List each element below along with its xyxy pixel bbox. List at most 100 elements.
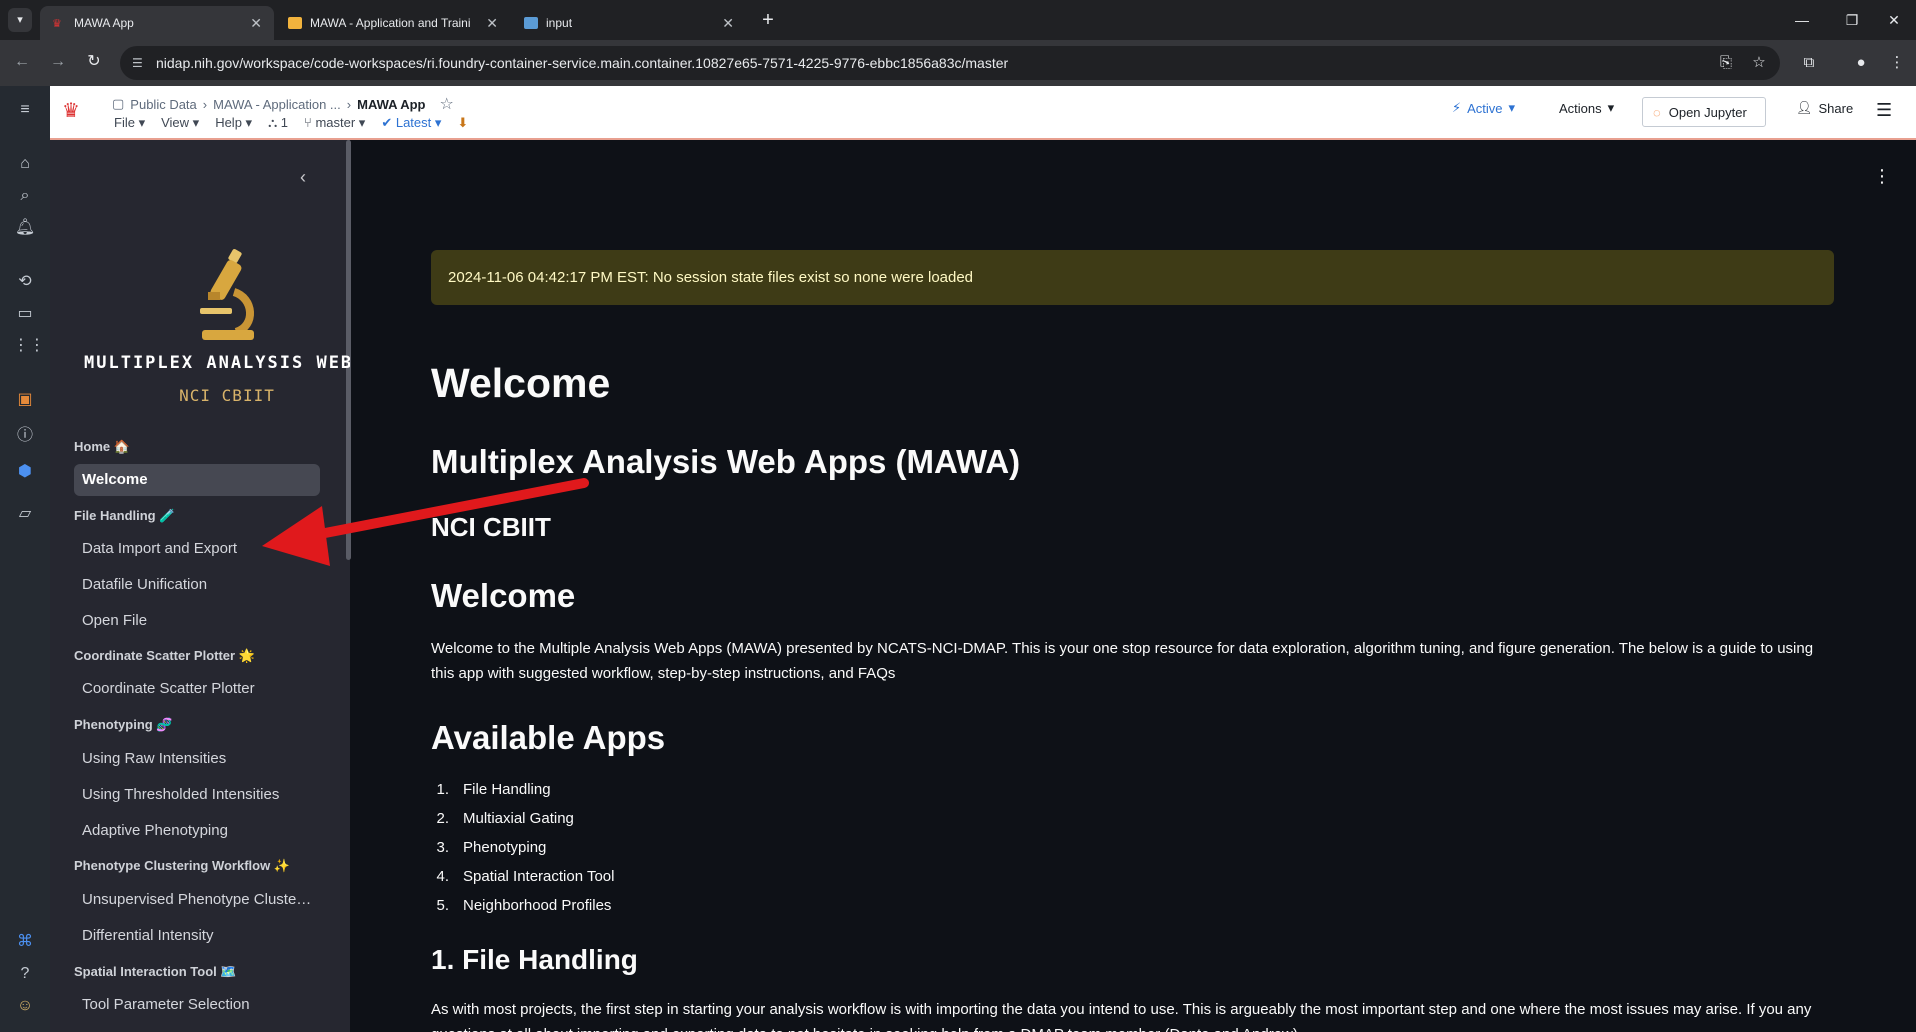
- file-icon: ▢: [112, 96, 125, 111]
- graph-icon[interactable]: ⌘: [13, 930, 37, 954]
- menu-file[interactable]: File ▾: [114, 115, 145, 131]
- actions-menu[interactable]: Actions ▾: [1559, 100, 1614, 116]
- tab-title: input: [546, 16, 573, 30]
- file-handling-heading: 1. File Handling: [431, 944, 638, 975]
- chevron-right-icon: ›: [202, 96, 208, 112]
- breadcrumb: ▢ Public Data › MAWA - Application ... ›…: [112, 94, 454, 114]
- tab-search-icon[interactable]: ▾: [8, 8, 32, 32]
- url-text: nidap.nih.gov/workspace/code-workspaces/…: [156, 55, 1009, 71]
- history-icon[interactable]: ⟲: [13, 270, 37, 294]
- status-label: Active: [1467, 100, 1503, 116]
- profile-icon[interactable]: ●: [1850, 52, 1872, 74]
- chevron-down-icon: ▾: [1607, 100, 1615, 115]
- download-icon[interactable]: ⬇: [457, 115, 468, 131]
- collapse-sidebar-icon[interactable]: ‹: [292, 166, 314, 188]
- section-header-coordinate-scatter: Coordinate Scatter Plotter 🌟: [74, 648, 255, 663]
- list-item: 1. File Handling: [436, 781, 551, 798]
- breadcrumb-item[interactable]: MAWA - Application ...: [213, 97, 341, 112]
- actions-label: Actions: [1559, 100, 1602, 116]
- lightning-icon: ⚡: [1452, 100, 1462, 115]
- section-header-phenotyping: Phenotyping 🧬: [74, 717, 173, 732]
- sidebar-item-raw-intensities[interactable]: Using Raw Intensities: [74, 743, 320, 775]
- cube-icon[interactable]: ⬢: [13, 460, 37, 484]
- help-icon[interactable]: ?: [13, 962, 37, 986]
- app-title-heading: Multiplex Analysis Web Apps (MAWA): [431, 443, 1021, 480]
- browser-tab[interactable]: ♛ MAWA App ✕: [40, 6, 274, 40]
- status-selector[interactable]: ⚡ Active ▾: [1452, 100, 1515, 116]
- restore-icon[interactable]: ❐: [1832, 8, 1872, 32]
- page-heading: Welcome: [431, 360, 611, 406]
- tab-title: MAWA - Application and Traini: [310, 16, 471, 30]
- welcome-paragraph: Welcome to the Multiple Analysis Web App…: [431, 640, 1814, 682]
- browser-tab[interactable]: input ✕: [512, 6, 746, 40]
- section-header-home: Home 🏠: [74, 439, 130, 454]
- sidebar-item-coordinate-scatter-plotter[interactable]: Coordinate Scatter Plotter: [74, 673, 320, 705]
- more-options-icon[interactable]: ⋮: [1873, 164, 1891, 188]
- folder-icon[interactable]: ▭: [13, 302, 37, 326]
- welcome-heading: Welcome: [431, 577, 576, 614]
- microscope-logo-icon: [200, 249, 254, 340]
- site-info-icon[interactable]: ☰: [132, 56, 146, 70]
- available-apps-heading: Available Apps: [431, 719, 666, 756]
- favorite-star-icon[interactable]: ☆: [439, 94, 453, 114]
- avatar[interactable]: ☺: [13, 994, 37, 1018]
- menu-view[interactable]: View ▾: [161, 115, 199, 131]
- jupyter-icon: ◌: [1653, 104, 1661, 120]
- repo-count[interactable]: ⛬ 1: [268, 115, 288, 131]
- minimize-icon[interactable]: —: [1782, 8, 1822, 32]
- browser-menu-icon[interactable]: ⋮: [1886, 52, 1908, 74]
- close-icon[interactable]: ✕: [722, 15, 734, 32]
- reload-icon[interactable]: ↻: [82, 50, 106, 74]
- close-icon[interactable]: ✕: [250, 15, 262, 32]
- sidebar-item-adaptive-phenotyping[interactable]: Adaptive Phenotyping: [74, 815, 320, 847]
- sidebar-item-thresholded-intensities[interactable]: Using Thresholded Intensities: [74, 779, 320, 811]
- menu-toggle-icon[interactable]: ≡: [13, 98, 37, 122]
- sidebar-item-tool-parameter-selection[interactable]: Tool Parameter Selection: [74, 989, 320, 1021]
- home-icon[interactable]: ⌂: [13, 152, 37, 176]
- section-header-phenotype-clustering: Phenotype Clustering Workflow ✨: [74, 858, 291, 873]
- close-window-icon[interactable]: ✕: [1874, 8, 1914, 32]
- chevron-down-icon: ▾: [1508, 100, 1516, 115]
- tab-title: MAWA App: [74, 16, 134, 30]
- session-alert: 2024-11-06 04:42:17 PM EST: No session s…: [431, 250, 1834, 305]
- file-handling-paragraph: As with most projects, the first step in…: [431, 1001, 1812, 1032]
- back-icon[interactable]: ←: [10, 50, 34, 74]
- forward-icon[interactable]: →: [46, 50, 70, 74]
- menu-help[interactable]: Help ▾: [215, 115, 252, 131]
- notifications-icon[interactable]: 🔔︎: [13, 216, 37, 240]
- open-jupyter-label: Open Jupyter: [1668, 104, 1747, 120]
- bookmark-star-icon[interactable]: ☆: [1748, 52, 1770, 74]
- share-button[interactable]: 👤︎ Share: [1796, 100, 1853, 116]
- new-tab-button[interactable]: +: [756, 8, 780, 32]
- search-icon[interactable]: ⌕: [13, 184, 37, 208]
- branch-selector[interactable]: ⑂ master ▾: [304, 115, 365, 131]
- crown-icon: ♛: [52, 18, 62, 30]
- workspace-icon[interactable]: ▣: [13, 388, 37, 412]
- sidebar-item-differential-intensity[interactable]: Differential Intensity: [74, 920, 320, 952]
- issues-icon[interactable]: ⓘ: [13, 424, 37, 448]
- crown-logo-icon[interactable]: ♛: [62, 100, 88, 122]
- browser-tab-strip: ▾ ♛ MAWA App ✕ MAWA - Application and Tr…: [0, 0, 1916, 40]
- extensions-icon[interactable]: ⧉: [1798, 52, 1820, 74]
- sidebar-item-datafile-unification[interactable]: Datafile Unification: [74, 569, 320, 601]
- table-icon: [524, 17, 538, 29]
- left-rail: ≡ ⌂ ⌕ 🔔︎ ⟲ ▭ ⋮⋮ ▣ ⓘ ⬢ ▱ ⌘ ? ☺: [0, 86, 50, 1032]
- browser-tab[interactable]: MAWA - Application and Traini ✕: [276, 6, 510, 40]
- open-jupyter-button[interactable]: ◌ Open Jupyter: [1642, 97, 1766, 127]
- sidebar-item-open-file[interactable]: Open File: [74, 605, 320, 637]
- sidebar-item-unsupervised-clustering[interactable]: Unsupervised Phenotype Cluste…: [74, 884, 320, 916]
- close-icon[interactable]: ✕: [486, 15, 498, 32]
- url-input[interactable]: ☰ nidap.nih.gov/workspace/code-workspace…: [120, 46, 1780, 80]
- breadcrumb-item[interactable]: Public Data: [130, 97, 196, 112]
- chevron-right-icon: ›: [346, 96, 352, 112]
- apps-grid-icon[interactable]: ⋮⋮: [13, 334, 45, 358]
- install-app-icon[interactable]: ⎘: [1715, 52, 1737, 74]
- sidebar-item-data-import-export[interactable]: Data Import and Export: [74, 533, 320, 565]
- version-selector[interactable]: ✔ Latest ▾: [381, 115, 441, 131]
- sidebar-item-welcome[interactable]: Welcome: [74, 464, 320, 496]
- org-heading: NCI CBIIT: [431, 512, 551, 542]
- open-folder-icon[interactable]: ▱: [13, 502, 37, 526]
- list-item: 4. Spatial Interaction Tool: [436, 868, 615, 885]
- section-header-file-handling: File Handling 🧪: [74, 508, 176, 523]
- list-icon[interactable]: ☰: [1876, 100, 1892, 121]
